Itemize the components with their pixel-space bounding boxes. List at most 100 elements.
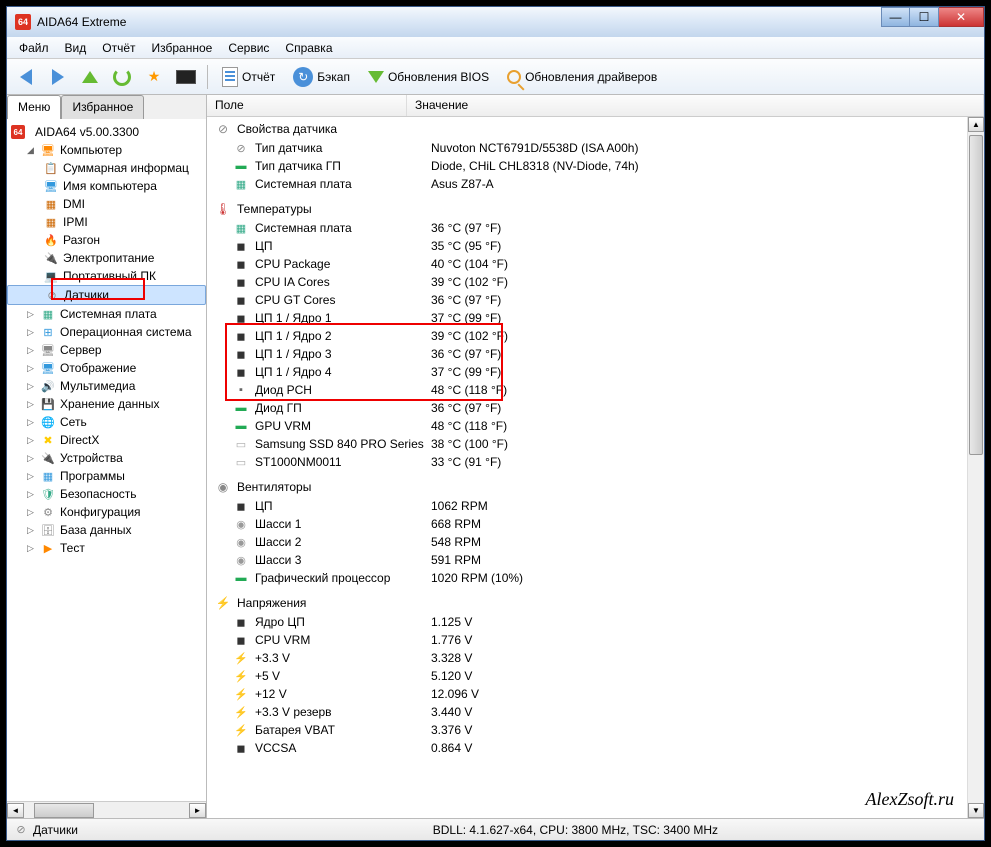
tree-computername[interactable]: 🖥Имя компьютера <box>7 177 206 195</box>
tab-favorites[interactable]: Избранное <box>61 95 144 119</box>
report-button[interactable]: Отчёт <box>216 64 281 90</box>
tree-multimedia[interactable]: ▷🔊Мультимедиа <box>7 377 206 395</box>
expand-icon[interactable]: ▷ <box>25 471 36 482</box>
data-row[interactable]: ◼ЦП1062 RPM <box>215 497 984 515</box>
tree[interactable]: 64 AIDA64 v5.00.3300 ◢ 🖥 Компьютер 📋Сумм… <box>7 119 206 801</box>
tree-portable[interactable]: 💻Портативный ПК <box>7 267 206 285</box>
data-row[interactable]: ▬GPU VRM48 °C (118 °F) <box>215 417 984 435</box>
expand-icon[interactable]: ▷ <box>25 345 36 356</box>
expand-icon[interactable]: ▷ <box>25 399 36 410</box>
menu-view[interactable]: Вид <box>57 39 95 57</box>
data-row[interactable]: ⚡+5 V5.120 V <box>215 667 984 685</box>
driver-update-button[interactable]: Обновления драйверов <box>501 64 663 90</box>
scroll-up-button[interactable]: ▲ <box>968 117 984 132</box>
tree-dmi[interactable]: ▦DMI <box>7 195 206 213</box>
expand-icon[interactable]: ▷ <box>25 489 36 500</box>
expand-icon[interactable]: ▷ <box>25 309 36 320</box>
data-row[interactable]: ⚡+3.3 V3.328 V <box>215 649 984 667</box>
data-row[interactable]: ◼ЦП 1 / Ядро 437 °C (99 °F) <box>215 363 984 381</box>
tree-directx[interactable]: ▷✖DirectX <box>7 431 206 449</box>
expand-icon[interactable]: ▷ <box>25 507 36 518</box>
data-row[interactable]: ◉Шасси 3591 RPM <box>215 551 984 569</box>
expand-icon[interactable]: ▷ <box>25 543 36 554</box>
data-row[interactable]: ▭Samsung SSD 840 PRO Series38 °C (100 °F… <box>215 435 984 453</box>
expand-icon[interactable]: ▷ <box>25 363 36 374</box>
data-row[interactable]: ◼VCCSA0.864 V <box>215 739 984 757</box>
minimize-button[interactable]: — <box>881 7 910 27</box>
tree-power[interactable]: 🔌Электропитание <box>7 249 206 267</box>
expand-icon[interactable]: ▷ <box>25 525 36 536</box>
forward-button[interactable] <box>45 64 71 90</box>
tree-summary[interactable]: 📋Суммарная информац <box>7 159 206 177</box>
tree-config[interactable]: ▷⚙Конфигурация <box>7 503 206 521</box>
menu-favorites[interactable]: Избранное <box>144 39 221 57</box>
col-field[interactable]: Поле <box>207 95 407 116</box>
data-row[interactable]: ⚡+3.3 V резерв3.440 V <box>215 703 984 721</box>
right-vscroll[interactable]: ▲ ▼ <box>967 117 984 818</box>
data-row[interactable]: ⚡Батарея VBAT3.376 V <box>215 721 984 739</box>
tree-devices[interactable]: ▷🔌Устройства <box>7 449 206 467</box>
tree-root[interactable]: 64 AIDA64 v5.00.3300 <box>7 123 206 141</box>
tree-security[interactable]: ▷🛡Безопасность <box>7 485 206 503</box>
tree-network[interactable]: ▷🌐Сеть <box>7 413 206 431</box>
data-row[interactable]: ◼CPU GT Cores36 °C (97 °F) <box>215 291 984 309</box>
close-button[interactable]: ✕ <box>939 7 984 27</box>
monitor-button[interactable] <box>173 64 199 90</box>
scroll-right-button[interactable]: ► <box>189 803 206 818</box>
expand-icon[interactable]: ▷ <box>25 435 36 446</box>
expand-icon[interactable]: ▷ <box>25 327 36 338</box>
menu-help[interactable]: Справка <box>277 39 340 57</box>
data-row[interactable]: ◼Ядро ЦП1.125 V <box>215 613 984 631</box>
refresh-button[interactable] <box>109 64 135 90</box>
tab-menu[interactable]: Меню <box>7 95 61 119</box>
backup-button[interactable]: ↻ Бэкап <box>287 64 356 90</box>
data-row[interactable]: ◼CPU IA Cores39 °C (102 °F) <box>215 273 984 291</box>
col-value[interactable]: Значение <box>407 95 984 116</box>
maximize-button[interactable]: ☐ <box>910 7 939 27</box>
data-row[interactable]: ▦Системная платаAsus Z87-A <box>215 175 984 193</box>
expand-icon[interactable]: ▷ <box>25 417 36 428</box>
data-row[interactable]: ◼CPU Package40 °C (104 °F) <box>215 255 984 273</box>
tree-test[interactable]: ▷▶Тест <box>7 539 206 557</box>
data-row[interactable]: ▭ST1000NM001133 °C (91 °F) <box>215 453 984 471</box>
tree-computer[interactable]: ◢ 🖥 Компьютер <box>7 141 206 159</box>
left-hscroll[interactable]: ◄ ► <box>7 801 206 818</box>
up-button[interactable] <box>77 64 103 90</box>
data-row[interactable]: ⚡+12 V12.096 V <box>215 685 984 703</box>
data-row[interactable]: ▬Графический процессор1020 RPM (10%) <box>215 569 984 587</box>
data-row[interactable]: ◼ЦП 1 / Ядро 239 °C (102 °F) <box>215 327 984 345</box>
data-row[interactable]: ▬Диод ГП36 °C (97 °F) <box>215 399 984 417</box>
menu-service[interactable]: Сервис <box>220 39 277 57</box>
scroll-thumb[interactable] <box>969 135 983 455</box>
favorites-button[interactable]: ★ <box>141 64 167 90</box>
data-row[interactable]: ◼ЦП 1 / Ядро 137 °C (99 °F) <box>215 309 984 327</box>
tree-os[interactable]: ▷⊞Операционная система <box>7 323 206 341</box>
tree-ipmi[interactable]: ▦IPMI <box>7 213 206 231</box>
data-row[interactable]: ◉Шасси 1668 RPM <box>215 515 984 533</box>
data-row[interactable]: ◼CPU VRM1.776 V <box>215 631 984 649</box>
data-row[interactable]: ▪Диод PCH48 °C (118 °F) <box>215 381 984 399</box>
data-row[interactable]: ◼ЦП35 °C (95 °F) <box>215 237 984 255</box>
data-row[interactable]: ▦Системная плата36 °C (97 °F) <box>215 219 984 237</box>
tree-display[interactable]: ▷🖥Отображение <box>7 359 206 377</box>
menu-report[interactable]: Отчёт <box>94 39 143 57</box>
data-row[interactable]: ⊘Тип датчикаNuvoton NCT6791D/5538D (ISA … <box>215 139 984 157</box>
data-row[interactable]: ◼ЦП 1 / Ядро 336 °C (97 °F) <box>215 345 984 363</box>
tree-sensors[interactable]: ⊘Датчики <box>7 285 206 305</box>
data-row[interactable]: ▬Тип датчика ГПDiode, CHiL CHL8318 (NV-D… <box>215 157 984 175</box>
tree-storage[interactable]: ▷💾Хранение данных <box>7 395 206 413</box>
bios-update-button[interactable]: Обновления BIOS <box>362 64 495 90</box>
collapse-icon[interactable]: ◢ <box>25 145 36 156</box>
data-row[interactable]: ◉Шасси 2548 RPM <box>215 533 984 551</box>
back-button[interactable] <box>13 64 39 90</box>
tree-database[interactable]: ▷🗄База данных <box>7 521 206 539</box>
tree-overclock[interactable]: 🔥Разгон <box>7 231 206 249</box>
scroll-thumb[interactable] <box>34 803 94 818</box>
scroll-left-button[interactable]: ◄ <box>7 803 24 818</box>
tree-server[interactable]: ▷🖥Сервер <box>7 341 206 359</box>
expand-icon[interactable]: ▷ <box>25 381 36 392</box>
scroll-down-button[interactable]: ▼ <box>968 803 984 818</box>
menu-file[interactable]: Файл <box>11 39 57 57</box>
tree-motherboard[interactable]: ▷▦Системная плата <box>7 305 206 323</box>
tree-programs[interactable]: ▷▦Программы <box>7 467 206 485</box>
